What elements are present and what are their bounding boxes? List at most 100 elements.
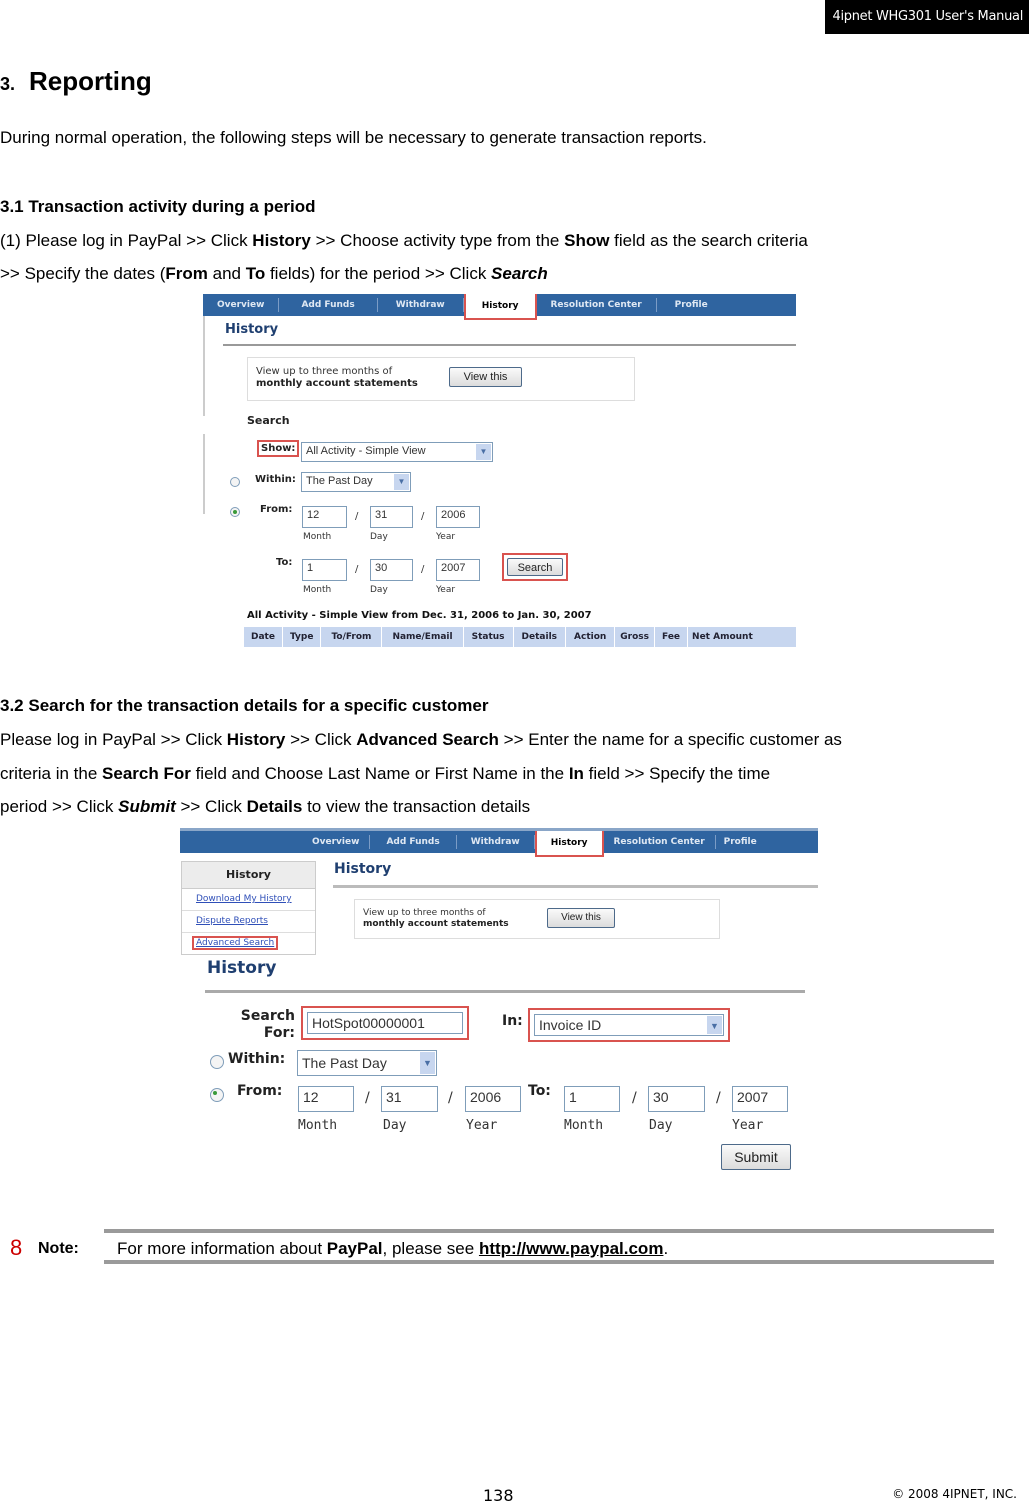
emphasis-advanced-search: Advanced Search [356, 730, 499, 749]
nav-bar: Overview Add Funds Withdraw History Reso… [203, 294, 796, 320]
tab-profile[interactable]: Profile [657, 298, 726, 312]
month-caption: Month [303, 532, 332, 542]
form-title: History [207, 958, 277, 978]
from-radio[interactable] [230, 507, 240, 517]
to-month-input[interactable]: 1 [564, 1086, 620, 1112]
sidebar-link-download-history[interactable]: Download My History [182, 889, 315, 911]
year-caption: Year [466, 1118, 498, 1133]
within-select-value: The Past Day [302, 1055, 387, 1071]
from-month-input[interactable]: 12 [302, 506, 347, 528]
within-radio[interactable] [230, 477, 240, 487]
note-icon: 8 [10, 1235, 23, 1260]
tab-overview[interactable]: Overview [302, 835, 371, 849]
separator: / [448, 1090, 453, 1106]
within-select[interactable]: The Past Day ▼ [301, 472, 411, 492]
search-heading: Search [247, 414, 290, 427]
column-header[interactable]: Name/Email [382, 627, 464, 647]
page-number: 138 [483, 1486, 514, 1505]
emphasis-in: In [568, 764, 584, 783]
to-month-input[interactable]: 1 [302, 559, 347, 581]
from-year-input[interactable]: 2006 [436, 506, 480, 528]
emphasis-history: History [252, 231, 311, 250]
within-select-value: The Past Day [306, 475, 373, 487]
show-select-value: All Activity - Simple View [306, 445, 426, 457]
tab-withdraw[interactable]: Withdraw [378, 298, 464, 312]
column-header[interactable]: Action [566, 627, 616, 647]
text: Please log in PayPal >> Click [0, 730, 227, 749]
subsection-1-line-1: (1) Please log in PayPal >> Click Histor… [0, 230, 808, 252]
sidebar-link-advanced-search[interactable]: Advanced Search [182, 933, 315, 954]
to-year-input[interactable]: 2007 [732, 1086, 788, 1112]
column-header[interactable]: Date [244, 627, 283, 647]
tab-add-funds[interactable]: Add Funds [279, 298, 378, 312]
section-number: 3. [0, 74, 16, 94]
within-radio[interactable] [210, 1055, 224, 1069]
column-header[interactable]: Status [464, 627, 514, 647]
from-year-input[interactable]: 2006 [465, 1086, 521, 1112]
from-radio[interactable] [210, 1088, 224, 1102]
tab-profile[interactable]: Profile [716, 835, 765, 849]
text: >> Choose activity type from the [310, 231, 565, 250]
nav-bar: Overview Add Funds Withdraw History Reso… [180, 831, 818, 857]
subsection-2-heading: 3.2 Search for the transaction details f… [0, 696, 489, 715]
tab-history[interactable]: History [463, 294, 537, 320]
column-header[interactable]: To/From [321, 627, 383, 647]
to-day-input[interactable]: 30 [370, 559, 413, 581]
text: criteria in the [0, 764, 103, 783]
advanced-search-label: Advanced Search [192, 936, 279, 950]
note-bottom-rule [104, 1260, 994, 1264]
statement-text: View up to three months of [363, 908, 486, 918]
within-select[interactable]: The Past Day ▼ [297, 1050, 437, 1076]
screenshot-history-search: Overview Add Funds Withdraw History Reso… [203, 294, 796, 650]
column-header[interactable]: Net Amount [688, 627, 757, 647]
label-line: For: [263, 1025, 295, 1041]
tab-withdraw[interactable]: Withdraw [457, 835, 535, 849]
text: and [207, 264, 246, 283]
note-top-rule [104, 1229, 994, 1233]
label-line: Search [240, 1008, 295, 1024]
from-label: From: [237, 1083, 283, 1099]
month-caption: Month [564, 1118, 604, 1133]
emphasis-show: Show [564, 231, 610, 250]
column-header[interactable]: Details [514, 627, 567, 647]
from-day-input[interactable]: 31 [381, 1086, 438, 1112]
paypal-link[interactable]: http://www.paypal.com [479, 1239, 664, 1258]
separator: / [421, 564, 425, 575]
column-header[interactable]: Gross [615, 627, 656, 647]
intro-paragraph: During normal operation, the following s… [0, 128, 707, 147]
emphasis-from: From [165, 264, 208, 283]
separator: / [365, 1090, 370, 1106]
submit-button[interactable]: Submit [721, 1144, 791, 1170]
view-this-button[interactable]: View this [449, 367, 522, 387]
in-select[interactable]: Invoice ID ▼ [534, 1014, 724, 1036]
column-header[interactable]: Type [283, 627, 322, 647]
subsection-1-line-2: >> Specify the dates (From and To fields… [0, 263, 548, 285]
text: to view the transaction details [302, 797, 531, 816]
tab-add-funds[interactable]: Add Funds [370, 835, 457, 849]
from-label: From: [260, 504, 293, 515]
to-year-input[interactable]: 2007 [436, 559, 480, 581]
separator: / [355, 511, 359, 522]
show-label: Show: [257, 440, 300, 457]
to-day-input[interactable]: 30 [648, 1086, 705, 1112]
view-this-button[interactable]: View this [547, 908, 615, 928]
show-select[interactable]: All Activity - Simple View ▼ [301, 442, 493, 462]
section-heading: 3. Reporting [0, 66, 152, 97]
tab-history[interactable]: History [534, 831, 604, 857]
column-header[interactable]: Fee [655, 627, 689, 647]
day-caption: Day [370, 585, 388, 595]
search-button[interactable]: Search [507, 558, 563, 576]
sidebar-link-dispute-reports[interactable]: Dispute Reports [182, 911, 315, 933]
text: >> Specify the dates ( [0, 264, 166, 283]
chevron-down-icon: ▼ [420, 1052, 435, 1074]
emphasis-search: Search [491, 264, 548, 283]
year-caption: Year [732, 1118, 764, 1133]
tab-resolution-center[interactable]: Resolution Center [604, 835, 716, 849]
tab-resolution-center[interactable]: Resolution Center [537, 298, 657, 312]
day-caption: Day [383, 1118, 407, 1133]
text: field and Choose Last Name or First Name… [190, 764, 569, 783]
search-for-input[interactable]: HotSpot00000001 [307, 1012, 463, 1034]
from-day-input[interactable]: 31 [370, 506, 413, 528]
tab-overview[interactable]: Overview [203, 298, 280, 312]
from-month-input[interactable]: 12 [298, 1086, 354, 1112]
